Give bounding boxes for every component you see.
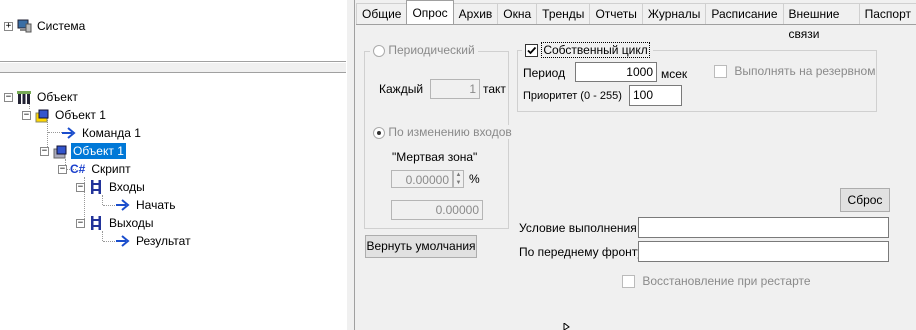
tree-node-inputs[interactable]: − Входы (76, 178, 147, 196)
command-arrow-icon (62, 127, 76, 139)
tree-node-object1-selected[interactable]: − Объект 1 (40, 142, 126, 160)
mouse-cursor-icon (563, 323, 570, 330)
tree-label: Выходы (109, 216, 154, 230)
tact-label: такт (483, 82, 506, 96)
period-label: Период (523, 66, 566, 80)
deadzone-label: "Мертвая зона" (392, 150, 478, 164)
input-arrow-icon (116, 199, 130, 211)
tree-node-object[interactable]: − Объект (4, 88, 80, 106)
tree-node-system[interactable]: + Система (4, 17, 87, 35)
object-group-icon (17, 91, 31, 104)
horizontal-splitter[interactable] (0, 62, 346, 73)
tree-label-selected: Объект 1 (71, 143, 126, 159)
tab-poll[interactable]: Опрос (406, 0, 454, 24)
front-input[interactable] (638, 241, 889, 262)
front-label: По переднему фронту (519, 245, 644, 259)
tree-label: Объект 1 (55, 108, 106, 122)
tree-label: Объект (37, 90, 78, 104)
tree-node-object1[interactable]: − Объект 1 (22, 106, 108, 124)
reset-button[interactable]: Сброс (840, 188, 890, 212)
object-icon (53, 145, 67, 159)
tree-label: Система (37, 19, 86, 33)
condition-input[interactable] (638, 217, 889, 238)
tab-reports[interactable]: Отчеты (589, 3, 643, 24)
object-tree-pane: − Объект − Объект 1 Команда 1 − Объект 1… (0, 73, 346, 330)
on-change-radio[interactable]: По изменению входов (370, 125, 515, 139)
tree-label: Входы (109, 180, 145, 194)
checkbox-icon (622, 275, 635, 289)
tab-general[interactable]: Общие (356, 3, 408, 24)
periodic-radio[interactable]: Периодический (370, 43, 478, 57)
tab-archive[interactable]: Архив (452, 3, 499, 24)
deadzone-unit: % (469, 172, 480, 186)
system-tree-pane: + Система (0, 0, 346, 62)
vertical-splitter[interactable] (346, 0, 355, 330)
output-arrow-icon (116, 235, 130, 247)
tree-node-command1[interactable]: Команда 1 (58, 124, 143, 142)
collapse-icon[interactable]: − (76, 182, 85, 192)
tab-trends[interactable]: Тренды (536, 3, 591, 24)
checkbox-checked-icon (525, 44, 538, 58)
object-icon (35, 109, 49, 123)
tree-label: Скрипт (91, 162, 131, 176)
own-cycle-group (517, 50, 877, 112)
priority-label: Приоритет (0 - 255) (523, 90, 622, 102)
csharp-icon: C# (70, 162, 86, 176)
checkbox-icon (714, 65, 727, 79)
computer-icon (17, 19, 32, 33)
period-unit: мсек (661, 67, 688, 81)
left-panel: + Система − Объект − Объект 1 Команда 1 (0, 0, 346, 330)
tree-node-result[interactable]: Результат (112, 232, 193, 250)
own-cycle-checkbox[interactable]: Собственный цикл (522, 42, 653, 58)
tab-schedule[interactable]: Расписание (705, 3, 784, 24)
tab-external-links[interactable]: Внешние связи (782, 3, 860, 41)
reserve-checkbox[interactable]: Выполнять на резервном (714, 64, 875, 79)
collapse-icon[interactable]: − (58, 164, 67, 174)
period-input[interactable]: 1000 (575, 62, 657, 82)
tree-label: Начать (136, 198, 176, 212)
collapse-icon[interactable]: − (4, 92, 13, 102)
each-label: Каждый (379, 82, 424, 96)
tree-node-script[interactable]: − C# Скрипт (58, 160, 133, 178)
bus-icon (91, 216, 101, 230)
tab-journals[interactable]: Журналы (641, 3, 707, 24)
priority-input[interactable]: 100 (629, 85, 682, 106)
collapse-icon[interactable]: − (40, 146, 49, 156)
bus-icon (91, 180, 101, 194)
restore-on-restart-checkbox[interactable]: Восстановление при рестарте (622, 274, 811, 289)
collapse-icon[interactable]: − (22, 110, 31, 120)
tree-label: Результат (136, 234, 191, 248)
tab-bar: Общие Опрос Архив Окна Тренды Отчеты Жур… (356, 0, 916, 41)
tree-node-outputs[interactable]: − Выходы (76, 214, 156, 232)
radio-icon (373, 44, 385, 57)
tab-windows[interactable]: Окна (497, 3, 538, 24)
restore-defaults-button[interactable]: Вернуть умолчания (365, 235, 477, 258)
tree-node-start[interactable]: Начать (112, 196, 178, 214)
expand-icon[interactable]: + (4, 21, 13, 31)
properties-panel: Общие Опрос Архив Окна Тренды Отчеты Жур… (356, 0, 916, 330)
deadzone-spinner[interactable]: ▲ ▼ (453, 170, 464, 188)
deadzone-input[interactable]: 0.00000 (391, 170, 453, 188)
each-input[interactable]: 1 (430, 79, 480, 99)
collapse-icon[interactable]: − (76, 218, 85, 228)
radio-icon (373, 126, 385, 139)
condition-label: Условие выполнения (519, 221, 637, 235)
tree-label: Команда 1 (82, 126, 141, 140)
tab-passport[interactable]: Паспорт (858, 3, 916, 24)
deadzone-value-input[interactable]: 0.00000 (391, 200, 483, 220)
